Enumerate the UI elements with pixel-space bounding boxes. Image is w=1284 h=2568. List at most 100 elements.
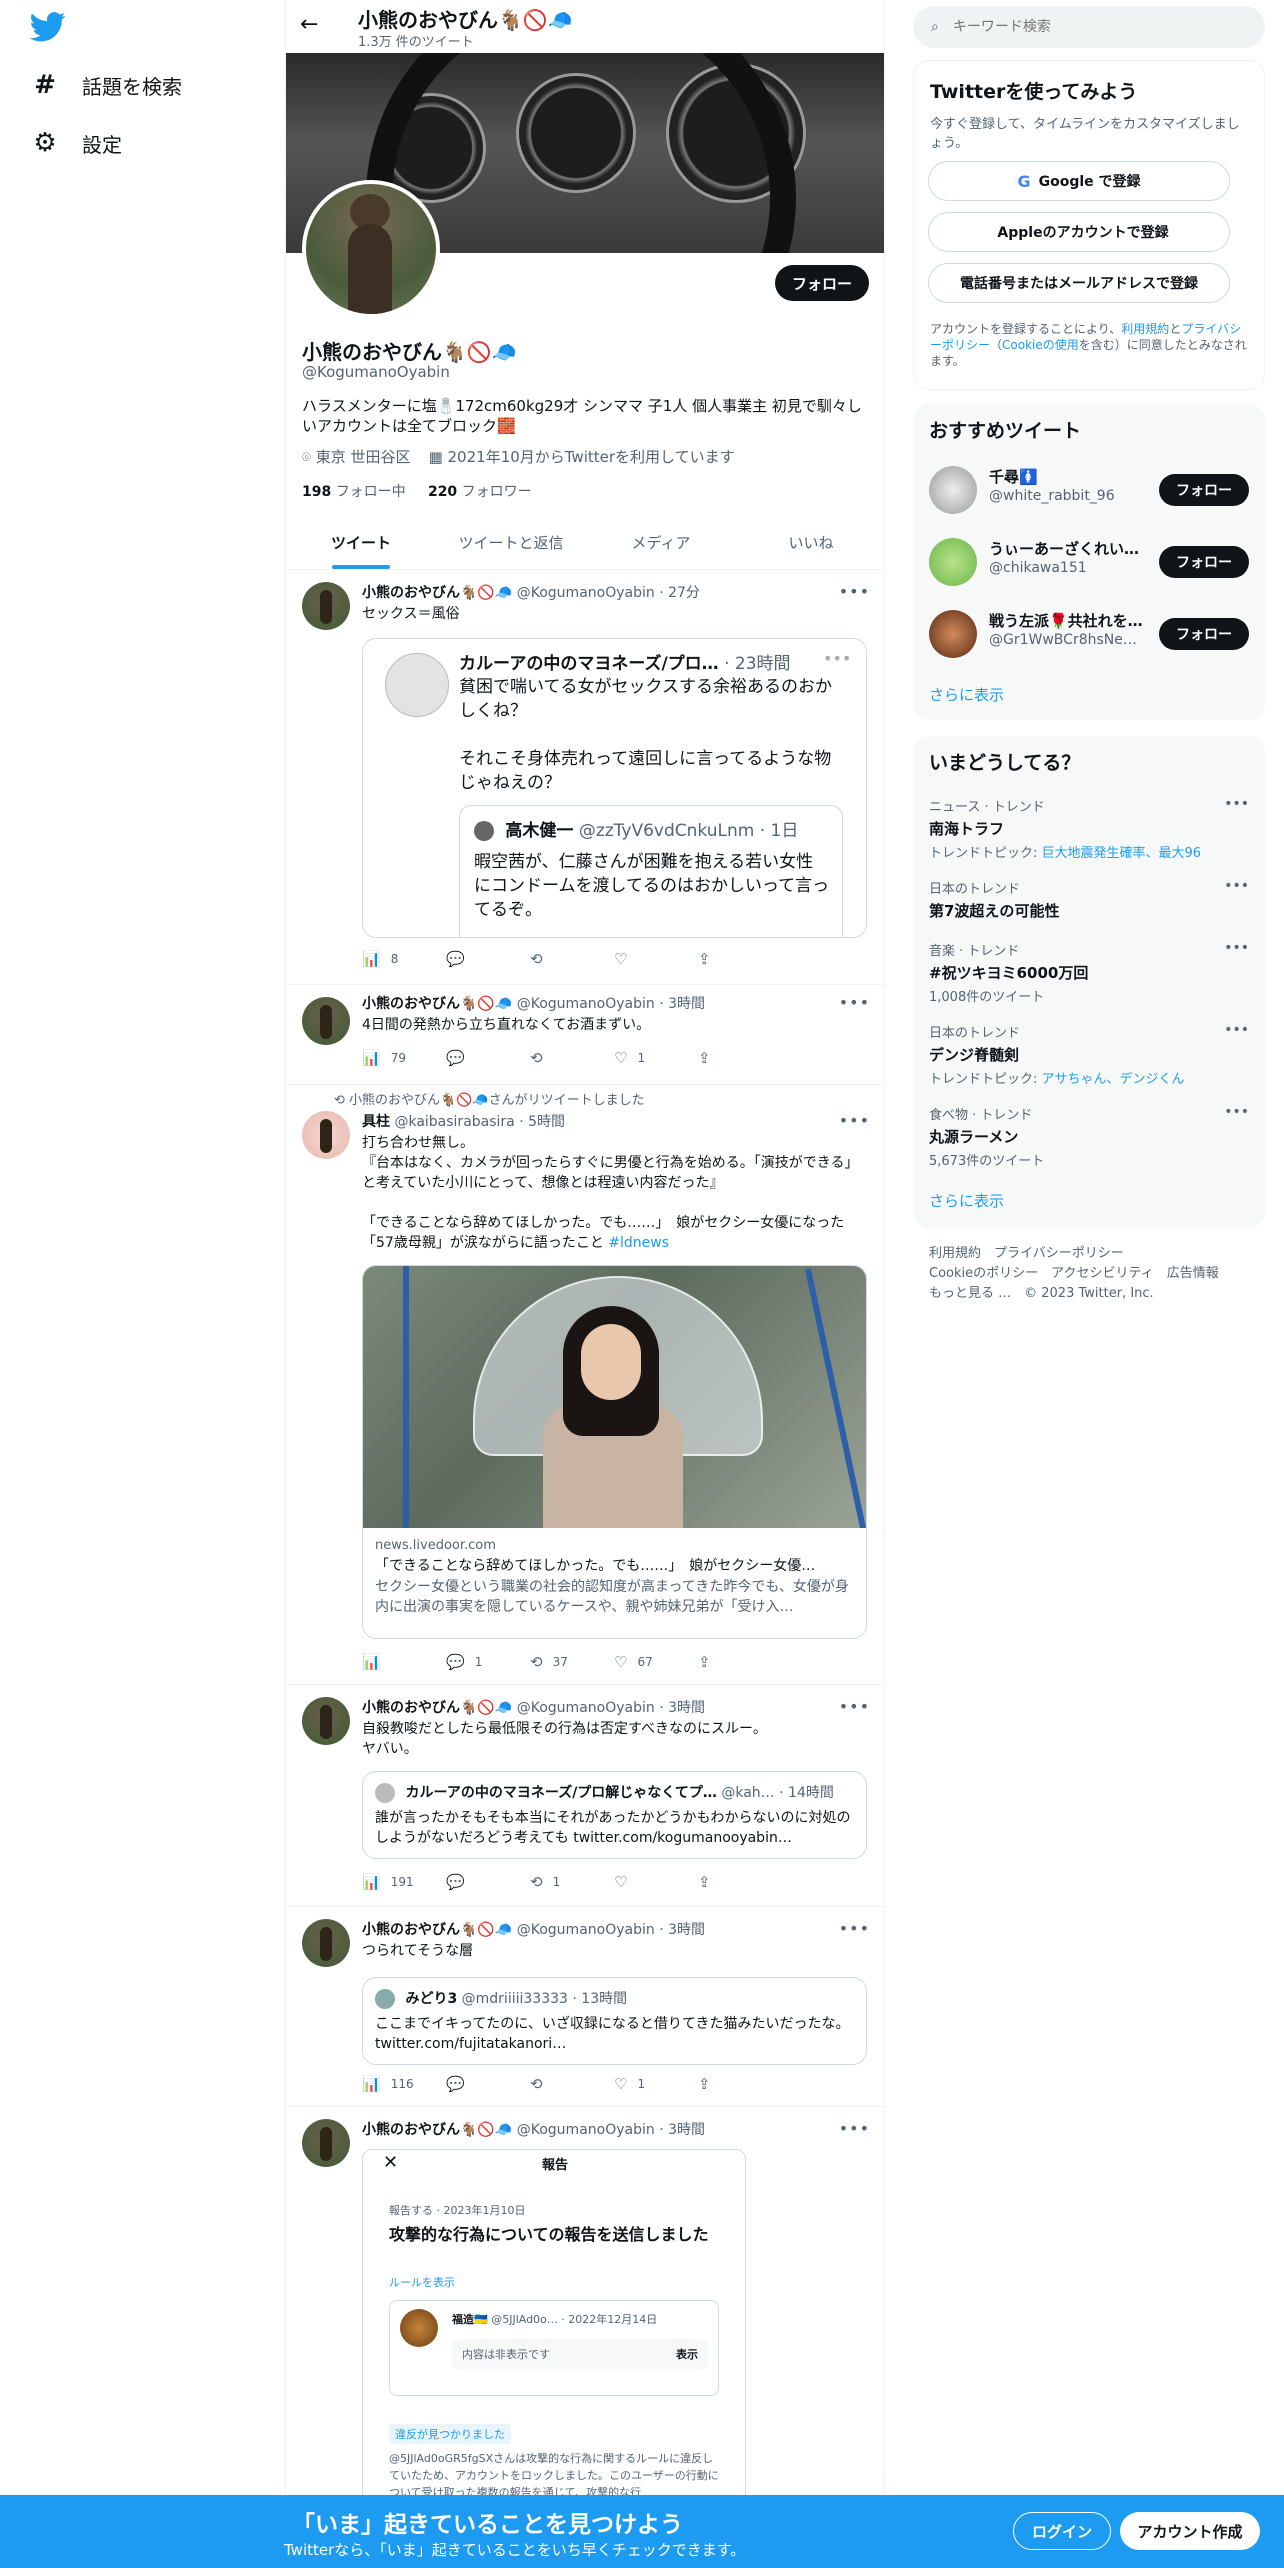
tab-tweets[interactable]: ツイート — [286, 516, 436, 569]
reply-action[interactable]: 💬 — [446, 2075, 530, 2093]
nested-quote[interactable]: 高木健一 @zzTyV6vdCnkuLnm · 1日 暇空茜が、仁藤さんが困難を… — [459, 805, 843, 937]
tweet-avatar[interactable] — [302, 997, 350, 1045]
link-card[interactable]: news.livedoor.com 「できることなら辞めてほしかった。でも……」… — [362, 1265, 867, 1639]
more-options-icon[interactable]: ••• — [839, 1111, 870, 1130]
trend-more-icon[interactable]: ••• — [1224, 1022, 1249, 1038]
trend-item[interactable]: 音楽 · トレンド #祝ツキヨミ6000万回 1,008件のツイート ••• — [929, 940, 1249, 1005]
cookie-link[interactable]: Cookieの使用 — [1002, 338, 1079, 352]
recommended-user[interactable]: うぃーあーざくれい… @chikawa151 フォロー — [929, 532, 1249, 592]
more-options-icon[interactable]: ••• — [839, 1697, 870, 1716]
views-action[interactable]: 📊 79 — [362, 1049, 446, 1067]
more-options-icon[interactable]: ••• — [839, 582, 870, 601]
trend-sub-link[interactable]: アサちゃん、デンジくん — [1042, 1072, 1185, 1087]
back-arrow-icon[interactable]: ← — [300, 12, 318, 37]
tweet-author-name[interactable]: 小熊のおやびん🐐🚫🧢 — [362, 1922, 512, 1938]
more-options-icon[interactable]: ••• — [839, 993, 870, 1012]
retweet-action[interactable]: ⟲ — [530, 1049, 614, 1067]
trend-sub-link[interactable]: 巨大地震発生確率、最大96 — [1042, 846, 1202, 861]
tweet[interactable]: 小熊のおやびん🐐🚫🧢 @KogumanoOyabin · 3時間 ••• 自殺教… — [286, 1685, 884, 1907]
more-options-icon[interactable]: ••• — [839, 2119, 870, 2138]
recommended-follow-button[interactable]: フォロー — [1159, 618, 1249, 650]
phone-signup-button[interactable]: 電話番号またはメールアドレスで登録 — [928, 263, 1230, 303]
tweet[interactable]: 小熊のおやびん🐐🚫🧢 @KogumanoOyabin · 27分 ••• セック… — [286, 570, 884, 985]
followers-link[interactable]: 220 フォロワー — [428, 484, 532, 500]
recommended-follow-button[interactable]: フォロー — [1159, 474, 1249, 506]
tweet-author-handle[interactable]: @KogumanoOyabin — [517, 1700, 655, 1716]
quote-avatar[interactable] — [385, 653, 449, 717]
tweet-avatar[interactable] — [302, 582, 350, 630]
views-action[interactable]: 📊 191 — [362, 1873, 446, 1891]
views-action[interactable]: 📊 116 — [362, 2075, 446, 2093]
tweet-avatar[interactable] — [302, 1697, 350, 1745]
footer-line-3[interactable]: もっと見る … © 2023 Twitter, Inc. — [929, 1284, 1259, 1304]
retweet-action[interactable]: ⟲ — [530, 950, 614, 968]
reply-action[interactable]: 💬 1 — [446, 1653, 530, 1671]
tweet-author-name[interactable]: 小熊のおやびん🐐🚫🧢 — [362, 585, 512, 601]
following-link[interactable]: 198 フォロー中 — [302, 484, 406, 500]
tweet-author-name[interactable]: 小熊のおやびん🐐🚫🧢 — [362, 2122, 512, 2138]
tweet-time[interactable]: 3時間 — [668, 996, 705, 1012]
tab-tweets-replies[interactable]: ツイートと返信 — [436, 516, 586, 569]
apple-signup-button[interactable]: Appleのアカウントで登録 — [928, 212, 1230, 252]
share-action[interactable]: ⇪ — [698, 1653, 782, 1671]
recommended-show-more[interactable]: さらに表示 — [929, 684, 1004, 705]
search-input[interactable] — [952, 19, 1213, 35]
quote-tweet[interactable]: みどり3 @mdriiiii33333 · 13時間 ここまでイキってたのに、い… — [362, 1977, 867, 2065]
share-action[interactable]: ⇪ — [698, 1873, 782, 1891]
tweet-time[interactable]: 3時間 — [668, 1700, 705, 1716]
trend-item[interactable]: ニュース · トレンド 南海トラフ トレンドトピック: 巨大地震発生確率、最大9… — [929, 796, 1249, 861]
reply-action[interactable]: 💬 — [446, 1873, 530, 1891]
tweet[interactable]: 小熊のおやびん🐐🚫🧢 @KogumanoOyabin · 3時間 ••• 4日間… — [286, 985, 884, 1085]
trend-more-icon[interactable]: ••• — [1224, 878, 1249, 894]
footer-line-2[interactable]: Cookieのポリシー アクセシビリティ 広告情報 — [929, 1264, 1259, 1284]
retweet-action[interactable]: ⟲ 37 — [530, 1653, 614, 1671]
tweet-avatar[interactable] — [302, 2119, 350, 2167]
share-action[interactable]: ⇪ — [698, 950, 782, 968]
nav-explore[interactable]: # 話題を検索 — [30, 70, 182, 100]
reply-action[interactable]: 💬 — [446, 950, 530, 968]
trend-more-icon[interactable]: ••• — [1224, 1104, 1249, 1120]
like-action[interactable]: ♡ — [614, 1873, 698, 1891]
like-action[interactable]: ♡ 1 — [614, 1049, 698, 1067]
tweet-author-handle[interactable]: @kaibasirabasira — [394, 1114, 514, 1130]
report-screenshot[interactable]: ✕ 報告 報告する · 2023年1月10日 攻撃的な行為についての報告を送信し… — [362, 2149, 746, 2529]
trend-item[interactable]: 日本のトレンド デンジ脊髄剣 トレンドトピック: アサちゃん、デンジくん ••• — [929, 1022, 1249, 1087]
retweet-action[interactable]: ⟲ 1 — [530, 1873, 614, 1891]
tweet-author-name[interactable]: 具柱 — [362, 1114, 390, 1130]
tweet-time[interactable]: 3時間 — [668, 1922, 705, 1938]
more-options-icon[interactable]: ••• — [839, 1919, 870, 1938]
hashtag-link[interactable]: #ldnews — [608, 1235, 669, 1251]
like-action[interactable]: ♡ — [614, 950, 698, 968]
tab-media[interactable]: メディア — [586, 516, 736, 569]
tab-likes[interactable]: いいね — [736, 516, 884, 569]
trend-more-icon[interactable]: ••• — [1224, 940, 1249, 956]
terms-link[interactable]: 利用規約 — [1121, 322, 1169, 336]
like-action[interactable]: ♡ 67 — [614, 1653, 698, 1671]
tweet-time[interactable]: 27分 — [668, 585, 700, 601]
tweet-author-handle[interactable]: @KogumanoOyabin — [517, 2122, 655, 2138]
footer-line-1[interactable]: 利用規約 プライバシーポリシー — [929, 1244, 1259, 1264]
search-box[interactable]: ⌕ — [913, 6, 1265, 48]
tweet[interactable]: 小熊のおやびん🐐🚫🧢 @KogumanoOyabin · 3時間 ••• つられ… — [286, 1907, 884, 2107]
recommended-follow-button[interactable]: フォロー — [1159, 546, 1249, 578]
tweet-avatar[interactable] — [302, 1111, 350, 1159]
share-action[interactable]: ⇪ — [698, 2075, 782, 2093]
tweet-time[interactable]: 3時間 — [668, 2122, 705, 2138]
trend-item[interactable]: 日本のトレンド 第7波超えの可能性 ••• — [929, 878, 1249, 921]
like-action[interactable]: ♡ 1 — [614, 2075, 698, 2093]
quote-tweet[interactable]: カルーアの中のマヨネーズ/プロ解じゃなくてプ… @kah… · 14時間 誰が言… — [362, 1771, 867, 1859]
tweet-author-handle[interactable]: @KogumanoOyabin — [517, 585, 655, 601]
create-account-button[interactable]: アカウント作成 — [1120, 2512, 1260, 2550]
recommended-user[interactable]: 千尋🚺 @white_rabbit_96 フォロー — [929, 460, 1249, 520]
quote-tweet[interactable]: カルーアの中のマヨネーズ/プロ… · 23時間 ••• 貧困で喘いてる女がセック… — [362, 638, 867, 938]
tweet-author-handle[interactable]: @KogumanoOyabin — [517, 996, 655, 1012]
recommended-user[interactable]: 戦う左派🌹共社れを… @Gr1WwBCr8hsNe… フォロー — [929, 604, 1249, 664]
nav-settings[interactable]: ⚙ 設定 — [30, 128, 122, 158]
views-action[interactable]: 📊 8 — [362, 950, 446, 968]
trend-item[interactable]: 食べ物 · トレンド 丸源ラーメン 5,673件のツイート ••• — [929, 1104, 1249, 1169]
login-button[interactable]: ログイン — [1013, 2512, 1111, 2550]
reply-action[interactable]: 💬 — [446, 1049, 530, 1067]
views-action[interactable]: 📊 — [362, 1653, 446, 1671]
retweet-action[interactable]: ⟲ — [530, 2075, 614, 2093]
tweet-avatar[interactable] — [302, 1919, 350, 1967]
